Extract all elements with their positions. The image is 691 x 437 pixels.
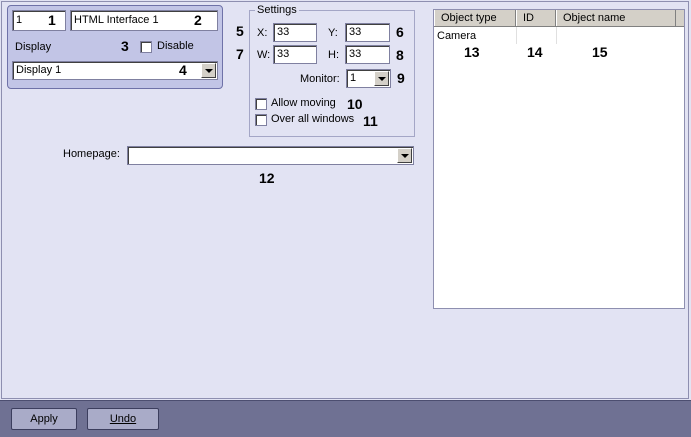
display-select-value: Display 1: [16, 64, 62, 76]
callout-10: 10: [347, 96, 363, 112]
callout-2: 2: [194, 12, 202, 28]
callout-12: 12: [259, 170, 275, 186]
callout-3: 3: [121, 38, 129, 54]
id-field[interactable]: 1: [12, 10, 66, 31]
bottom-bar: Apply Undo: [0, 400, 691, 437]
callout-14: 14: [527, 44, 543, 60]
column-header-object-type[interactable]: Object type: [434, 10, 516, 26]
homepage-select[interactable]: [127, 146, 414, 165]
w-label: W:: [257, 49, 271, 61]
over-all-windows-label: Over all windows: [271, 113, 355, 125]
callout-11: 11: [363, 113, 378, 129]
chevron-down-icon[interactable]: [201, 63, 216, 78]
callout-8: 8: [396, 47, 404, 63]
x-field[interactable]: 33: [273, 23, 317, 42]
chevron-down-icon[interactable]: [374, 71, 389, 86]
over-all-windows-checkbox[interactable]: [255, 114, 267, 126]
w-field[interactable]: 33: [273, 45, 317, 64]
undo-button[interactable]: Undo: [87, 408, 159, 430]
x-label: X:: [257, 27, 268, 39]
disable-label: Disable: [157, 40, 194, 52]
y-field[interactable]: 33: [345, 23, 390, 42]
table-row[interactable]: Camera: [434, 27, 684, 44]
allow-moving-checkbox[interactable]: [255, 98, 267, 110]
cell-divider: [556, 27, 557, 44]
callout-13: 13: [464, 44, 480, 60]
y-label: Y:: [328, 27, 338, 39]
column-header-id[interactable]: ID: [516, 10, 556, 26]
column-header-object-name[interactable]: Object name: [556, 10, 676, 26]
display-select[interactable]: Display 1: [12, 61, 218, 80]
disable-checkbox[interactable]: [140, 41, 152, 53]
settings-title: Settings: [255, 4, 299, 16]
monitor-label: Monitor:: [300, 73, 340, 85]
monitor-select[interactable]: 1: [346, 69, 391, 88]
cell-object-type: Camera: [437, 30, 477, 42]
callout-5: 5: [236, 23, 244, 39]
chevron-down-icon[interactable]: [397, 148, 412, 163]
h-field[interactable]: 33: [345, 45, 390, 64]
callout-9: 9: [397, 70, 405, 86]
allow-moving-label: Allow moving: [271, 97, 336, 109]
table-header: Object type ID Object name: [434, 10, 684, 27]
monitor-select-value: 1: [350, 72, 357, 84]
h-label: H:: [328, 49, 339, 61]
callout-7: 7: [236, 46, 244, 62]
callout-6: 6: [396, 24, 404, 40]
callout-15: 15: [592, 44, 608, 60]
callout-4: 4: [179, 62, 187, 78]
apply-button[interactable]: Apply: [11, 408, 77, 430]
display-label: Display: [15, 41, 52, 53]
cell-divider: [516, 27, 517, 44]
callout-1: 1: [48, 12, 56, 28]
homepage-label: Homepage:: [63, 148, 120, 160]
